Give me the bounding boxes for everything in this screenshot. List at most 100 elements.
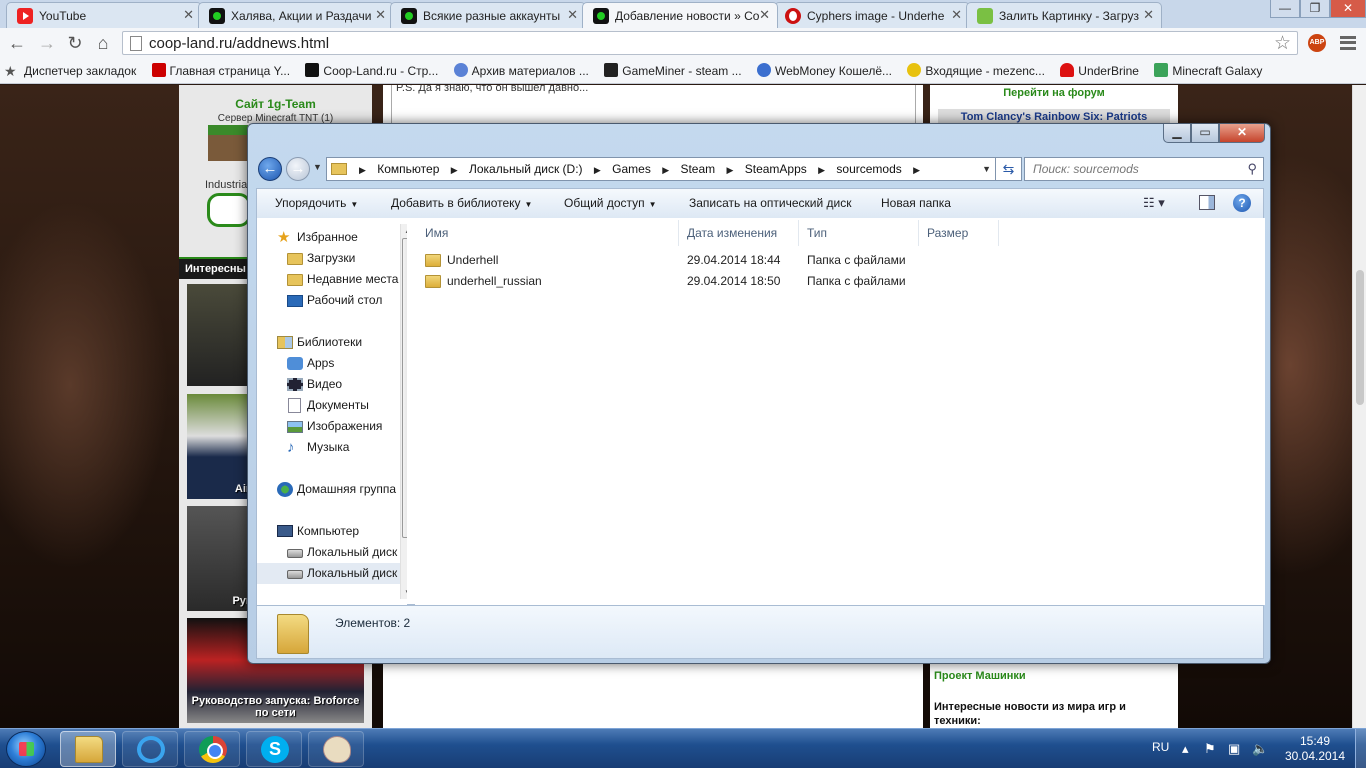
chevron-right-icon[interactable]: ▶ <box>451 159 458 181</box>
breadcrumb[interactable]: ▶ Компьютер ▶ Локальный диск (D:) ▶ Game… <box>326 157 996 181</box>
taskbar-chrome[interactable] <box>184 731 240 767</box>
start-button[interactable] <box>6 731 46 767</box>
breadcrumb-item[interactable]: Локальный диск (D:) <box>469 162 583 176</box>
breadcrumb-item[interactable]: sourcemods <box>836 162 901 176</box>
nav-video[interactable]: Видео <box>257 374 342 395</box>
close-icon[interactable]: ✕ <box>567 7 578 23</box>
close-icon[interactable]: ✕ <box>951 7 962 23</box>
taskbar-skype[interactable]: S <box>246 731 302 767</box>
action-center-icon[interactable]: ⚑ <box>1204 741 1216 757</box>
breadcrumb-item[interactable]: SteamApps <box>745 162 807 176</box>
nav-local-disk-d[interactable]: Локальный диск <box>257 563 403 584</box>
chevron-right-icon[interactable]: ▶ <box>662 159 669 181</box>
back-arrow-icon[interactable]: ← <box>6 32 28 54</box>
taskbar-paint[interactable] <box>308 731 364 767</box>
nav-music[interactable]: ♪ Музыка <box>257 437 349 458</box>
adblock-icon[interactable]: ABP <box>1308 34 1326 52</box>
chevron-down-icon[interactable]: ▼ <box>313 162 322 172</box>
home-icon[interactable]: ⌂ <box>92 32 114 54</box>
show-desktop-button[interactable] <box>1355 729 1366 768</box>
forward-arrow-icon[interactable]: → <box>36 32 58 54</box>
tab-freebies[interactable]: Халява, Акции и Раздачи ✕ <box>198 2 394 28</box>
nav-recent[interactable]: Недавние места <box>257 269 398 290</box>
bookmark-webmoney[interactable]: WebMoney Кошелё... <box>751 58 898 84</box>
share-button[interactable]: Общий доступ ▼ <box>564 189 657 217</box>
nav-downloads[interactable]: Загрузки <box>257 248 355 269</box>
add-to-library-button[interactable]: Добавить в библиотеку ▼ <box>391 189 532 217</box>
chevron-right-icon[interactable]: ▶ <box>913 159 920 181</box>
industrial-logo[interactable] <box>207 193 251 227</box>
chevron-right-icon[interactable]: ▶ <box>818 159 825 181</box>
bookmark-youtube-home[interactable]: Главная страница Y... <box>146 58 297 84</box>
bookmark-manager[interactable]: ★ Диспетчер закладок <box>0 58 142 84</box>
nav-favorites[interactable]: ★ Избранное <box>257 227 358 248</box>
project-link[interactable]: Проект Машинки <box>934 670 1026 682</box>
browser-restore-button[interactable]: ❐ <box>1300 0 1330 18</box>
tab-cyphers-image[interactable]: Cyphers image - Underhe ✕ <box>774 2 970 28</box>
nav-documents[interactable]: Документы <box>257 395 369 416</box>
chevron-up-icon[interactable]: ▲ <box>404 226 407 235</box>
nav-homegroup[interactable]: Домашняя группа <box>257 479 396 500</box>
bookmark-star-icon[interactable]: ☆ <box>1274 32 1291 55</box>
bookmark-gameminer[interactable]: GameMiner - steam ... <box>598 58 747 84</box>
nav-scrollbar[interactable]: ▲ ▼ <box>400 224 407 599</box>
nav-libraries[interactable]: Библиотеки <box>257 332 362 353</box>
chevron-down-icon[interactable]: ▼ <box>404 588 407 597</box>
breadcrumb-item[interactable]: Компьютер <box>377 162 439 176</box>
preview-pane-icon[interactable] <box>1199 195 1215 210</box>
clock[interactable]: 15:49 30.04.2014 <box>1280 734 1350 764</box>
chrome-menu-icon[interactable] <box>1340 36 1356 50</box>
bookmark-archive[interactable]: Архив материалов ... <box>448 58 595 84</box>
network-icon[interactable]: ▣ <box>1228 741 1240 757</box>
refresh-icon[interactable]: ⇆ <box>996 157 1022 181</box>
team-site-link[interactable]: Сайт 1g-Team <box>179 97 372 111</box>
organize-button[interactable]: Упорядочить ▼ <box>275 189 358 217</box>
bookmark-coop-land[interactable]: Coop-Land.ru - Стр... <box>299 58 444 84</box>
help-icon[interactable]: ? <box>1233 194 1251 212</box>
scrollbar-thumb[interactable] <box>1356 270 1364 405</box>
bookmark-underbrine[interactable]: UnderBrine <box>1054 58 1145 84</box>
tab-add-news[interactable]: Добавление новости » Co ✕ <box>582 2 778 28</box>
view-options-icon[interactable]: ☷ ▾ <box>1143 195 1165 211</box>
chevron-up-icon[interactable]: ▴ <box>1182 741 1189 757</box>
search-input[interactable]: Поиск: sourcemods ⚲ <box>1024 157 1264 181</box>
browser-minimize-button[interactable]: — <box>1270 0 1300 18</box>
browser-close-button[interactable]: ✕ <box>1330 0 1366 18</box>
table-row[interactable]: Underhell 29.04.2014 18:44 Папка с файла… <box>423 250 923 271</box>
address-bar[interactable]: coop-land.ru/addnews.html ☆ <box>122 31 1298 55</box>
maximize-button[interactable]: ▭ <box>1191 124 1219 143</box>
language-indicator[interactable]: RU <box>1152 740 1169 754</box>
close-icon[interactable]: ✕ <box>183 7 194 23</box>
chevron-right-icon[interactable]: ▶ <box>359 159 366 181</box>
minimize-button[interactable]: ▁ <box>1163 124 1191 143</box>
column-type[interactable]: Тип <box>799 220 919 246</box>
column-size[interactable]: Размер <box>919 220 999 246</box>
forward-arrow-icon[interactable]: → <box>286 157 310 181</box>
search-icon[interactable]: ⚲ <box>1247 161 1257 177</box>
breadcrumb-item[interactable]: Games <box>612 162 651 176</box>
nav-desktop[interactable]: Рабочий стол <box>257 290 382 311</box>
chevron-right-icon[interactable]: ▶ <box>594 159 601 181</box>
nav-local-disk-c[interactable]: Локальный диск <box>257 542 397 563</box>
new-folder-button[interactable]: Новая папка <box>881 189 951 217</box>
volume-icon[interactable]: 🔈 <box>1252 741 1268 757</box>
tab-youtube[interactable]: YouTube ✕ <box>6 2 202 28</box>
table-row[interactable]: underhell_russian 29.04.2014 18:50 Папка… <box>423 271 923 292</box>
taskbar-internet-explorer[interactable] <box>122 731 178 767</box>
close-button[interactable]: ✕ <box>1219 124 1265 143</box>
close-icon[interactable]: ✕ <box>375 7 386 23</box>
close-icon[interactable]: ✕ <box>1143 7 1154 23</box>
nav-computer[interactable]: Компьютер <box>257 521 359 542</box>
tab-upload-image[interactable]: Залить Картинку - Загруз ✕ <box>966 2 1162 28</box>
scrollbar-thumb[interactable] <box>402 238 407 538</box>
column-name[interactable]: Имя <box>417 220 679 246</box>
close-icon[interactable]: ✕ <box>759 7 770 23</box>
reload-icon[interactable]: ↻ <box>64 32 86 54</box>
tab-accounts[interactable]: Всякие разные аккаунты ✕ <box>390 2 586 28</box>
chevron-right-icon[interactable]: ▶ <box>726 159 733 181</box>
burn-disc-button[interactable]: Записать на оптический диск <box>689 189 852 217</box>
forum-link[interactable]: Перейти на форум <box>930 87 1178 99</box>
nav-pictures[interactable]: Изображения <box>257 416 382 437</box>
bookmark-inbox[interactable]: Входящие - mezenc... <box>901 58 1051 84</box>
bookmark-minecraft-galaxy[interactable]: Minecraft Galaxy <box>1148 58 1268 84</box>
